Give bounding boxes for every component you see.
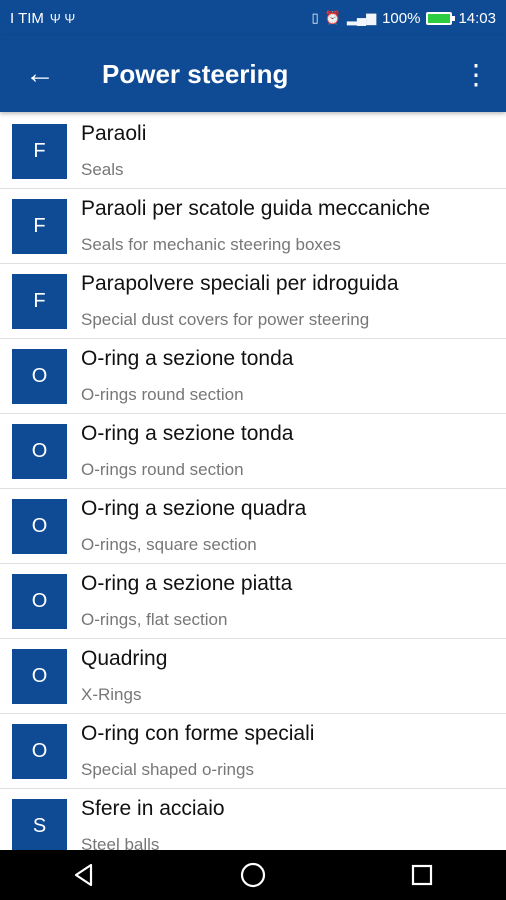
item-title: O-ring a sezione quadra: [81, 497, 307, 520]
item-title: O-ring a sezione tonda: [81, 347, 294, 370]
item-subtitle: Seals for mechanic steering boxes: [81, 235, 341, 254]
letter-badge: O: [12, 573, 67, 629]
signal-icon: ▂▄▆: [346, 10, 377, 25]
triangle-back-icon: [75, 863, 93, 887]
back-button[interactable]: ←: [0, 36, 80, 112]
carrier-label: I TIM: [10, 9, 44, 27]
letter-badge: F: [12, 198, 67, 254]
item-subtitle: O-rings round section: [81, 385, 244, 404]
list-item[interactable]: O Quadring X-Rings: [0, 639, 506, 714]
letter-badge: O: [12, 648, 67, 704]
vibrate-icon: ▯: [311, 10, 319, 25]
nav-recents-button[interactable]: [392, 855, 452, 895]
item-title: O-ring con forme speciali: [81, 722, 315, 745]
letter-badge: O: [12, 498, 67, 554]
list-item[interactable]: O O-ring a sezione tonda O-rings round s…: [0, 414, 506, 489]
item-title: Paraoli per scatole guida meccaniche: [81, 197, 431, 220]
alarm-icon: ⏰: [324, 10, 341, 25]
list-item[interactable]: F Paraoli Seals: [0, 114, 506, 189]
letter-badge: O: [12, 423, 67, 479]
item-title: O-ring a sezione piatta: [81, 572, 293, 595]
nav-back-button[interactable]: [54, 855, 114, 895]
letter-badge: O: [12, 723, 67, 779]
item-subtitle: O-rings, square section: [81, 535, 257, 554]
item-subtitle: O-rings round section: [81, 460, 244, 479]
list-item[interactable]: O O-ring con forme speciali Special shap…: [0, 714, 506, 789]
system-nav-bar: [0, 850, 506, 900]
letter-badge: F: [12, 273, 67, 329]
battery-percent: 100%: [382, 9, 421, 27]
status-bar: I TIM Ψ Ψ ▯ ⏰ ▂▄▆ 100% 14:03: [0, 0, 506, 36]
nav-home-button[interactable]: [223, 855, 283, 895]
list-item[interactable]: F Parapolvere speciali per idroguida Spe…: [0, 264, 506, 339]
circle-home-icon: [240, 862, 266, 888]
list-item[interactable]: O O-ring a sezione piatta O-rings, flat …: [0, 564, 506, 639]
item-subtitle: X-Rings: [81, 685, 142, 704]
square-recents-icon: [411, 864, 432, 886]
item-subtitle: Steel balls: [81, 835, 160, 850]
clock: 14:03: [458, 9, 496, 27]
list-item[interactable]: S Sfere in acciaio Steel balls: [0, 789, 506, 850]
more-vert-icon: ⋮: [462, 58, 490, 90]
item-subtitle: Special dust covers for power steering: [81, 310, 370, 329]
item-title: Paraoli: [81, 122, 147, 145]
app-bar: ← Power steering ⋮: [0, 36, 506, 112]
item-list: F Paraoli Seals F Paraoli per scatole gu…: [0, 114, 506, 850]
item-title: Parapolvere speciali per idroguida: [81, 272, 399, 295]
battery-icon: [426, 11, 456, 25]
letter-badge: F: [12, 123, 67, 179]
letter-badge: S: [12, 798, 67, 850]
item-title: O-ring a sezione tonda: [81, 422, 294, 445]
arrow-left-icon: ←: [25, 57, 55, 90]
item-subtitle: Seals: [81, 160, 124, 179]
item-title: Quadring: [81, 647, 168, 670]
list-item[interactable]: O O-ring a sezione tonda O-rings round s…: [0, 339, 506, 414]
item-subtitle: O-rings, flat section: [81, 610, 228, 629]
usb-icon: Ψ Ψ: [49, 10, 76, 26]
list-item[interactable]: F Paraoli per scatole guida meccaniche S…: [0, 189, 506, 264]
overflow-menu-button[interactable]: ⋮: [446, 36, 506, 112]
item-subtitle: Special shaped o-rings: [81, 760, 254, 779]
list-item[interactable]: O O-ring a sezione quadra O-rings, squar…: [0, 489, 506, 564]
item-title: Sfere in acciaio: [81, 797, 225, 820]
letter-badge: O: [12, 348, 67, 404]
page-title: Power steering: [102, 58, 289, 89]
